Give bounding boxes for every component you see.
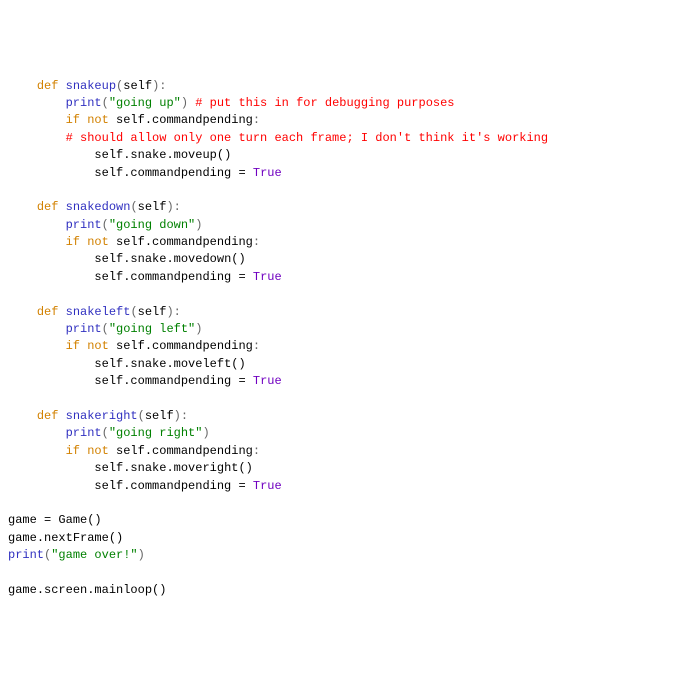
line: print("game over!") xyxy=(8,548,145,562)
keyword-not: not xyxy=(87,444,109,458)
blank-line xyxy=(8,287,15,301)
line: game.nextFrame() xyxy=(8,531,123,545)
line: print("going down") xyxy=(8,218,202,232)
blank-line xyxy=(8,183,15,197)
bool-literal: True xyxy=(253,479,282,493)
string-literal: "going up" xyxy=(109,96,181,110)
function-name: snakeup xyxy=(66,79,116,93)
line: self.snake.moveup() xyxy=(8,148,231,162)
line: self.commandpending = True xyxy=(8,166,282,180)
comment: # put this in for debugging purposes xyxy=(195,96,454,110)
blank-line xyxy=(8,496,15,510)
print-call: print xyxy=(66,218,102,232)
line: print("going right") xyxy=(8,426,210,440)
keyword-if: if xyxy=(66,235,80,249)
keyword-def: def xyxy=(37,200,59,214)
line: if not self.commandpending: xyxy=(8,444,260,458)
print-call: print xyxy=(66,426,102,440)
line: self.commandpending = True xyxy=(8,479,282,493)
string-literal: "game over!" xyxy=(51,548,137,562)
function-name: snakedown xyxy=(66,200,131,214)
line: def snakeleft(self): xyxy=(8,305,181,319)
line: self.snake.movedown() xyxy=(8,252,246,266)
blank-line xyxy=(8,566,15,580)
line: if not self.commandpending: xyxy=(8,235,260,249)
bool-literal: True xyxy=(253,166,282,180)
keyword-not: not xyxy=(87,113,109,127)
blank-line xyxy=(8,392,15,406)
line: self.commandpending = True xyxy=(8,374,282,388)
line: if not self.commandpending: xyxy=(8,113,260,127)
keyword-if: if xyxy=(66,444,80,458)
line: def snakedown(self): xyxy=(8,200,181,214)
print-call: print xyxy=(66,322,102,336)
keyword-def: def xyxy=(37,305,59,319)
line: self.snake.moveright() xyxy=(8,461,253,475)
line: self.snake.moveleft() xyxy=(8,357,246,371)
code-block: def snakeup(self): print("going up") # p… xyxy=(8,78,670,600)
line: # should allow only one turn each frame;… xyxy=(8,131,548,145)
line: def snakeup(self): xyxy=(8,79,166,93)
line: print("going left") xyxy=(8,322,202,336)
bool-literal: True xyxy=(253,374,282,388)
print-call: print xyxy=(66,96,102,110)
line: self.commandpending = True xyxy=(8,270,282,284)
line: game.screen.mainloop() xyxy=(8,583,166,597)
line: game = Game() xyxy=(8,513,102,527)
string-literal: "going right" xyxy=(109,426,203,440)
string-literal: "going down" xyxy=(109,218,195,232)
comment: # should allow only one turn each frame;… xyxy=(66,131,548,145)
keyword-def: def xyxy=(37,409,59,423)
function-name: snakeleft xyxy=(66,305,131,319)
keyword-def: def xyxy=(37,79,59,93)
string-literal: "going left" xyxy=(109,322,195,336)
function-name: snakeright xyxy=(66,409,138,423)
keyword-not: not xyxy=(87,339,109,353)
keyword-if: if xyxy=(66,113,80,127)
line: print("going up") # put this in for debu… xyxy=(8,96,455,110)
line: if not self.commandpending: xyxy=(8,339,260,353)
print-call: print xyxy=(8,548,44,562)
keyword-not: not xyxy=(87,235,109,249)
bool-literal: True xyxy=(253,270,282,284)
line: def snakeright(self): xyxy=(8,409,188,423)
keyword-if: if xyxy=(66,339,80,353)
